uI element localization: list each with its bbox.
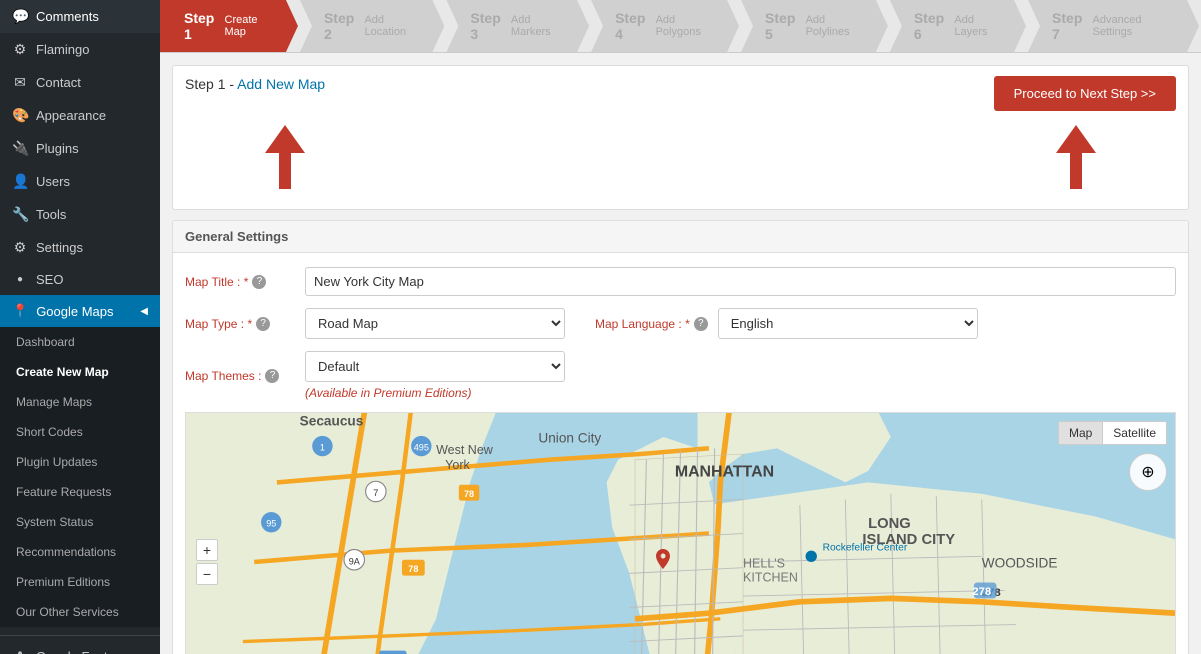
map-marker xyxy=(651,547,675,571)
map-container: 278 278 Secaucus West New York Union Cit… xyxy=(185,412,1176,654)
premium-note: (Available in Premium Editions) xyxy=(305,386,565,400)
flamingo-icon: ⚙ xyxy=(12,41,28,58)
map-zoom-in[interactable]: + xyxy=(196,539,218,561)
submenu-create-new-map[interactable]: Create New Map xyxy=(0,357,160,387)
map-language-label: Map Language : * ? xyxy=(595,317,708,331)
sidebar-item-google-fonts[interactable]: A Google Fonts xyxy=(0,640,160,654)
settings-icon: ⚙ xyxy=(12,239,28,256)
map-compass[interactable]: ⊕ xyxy=(1129,453,1167,491)
svg-text:495: 495 xyxy=(414,443,429,453)
submenu-dashboard[interactable]: Dashboard xyxy=(0,327,160,357)
step-2[interactable]: Step 2 Add Location xyxy=(300,0,444,52)
svg-text:WOODSIDE: WOODSIDE xyxy=(982,556,1058,571)
tools-icon: 🔧 xyxy=(12,206,28,223)
map-themes-row: Map Themes : ? Default Silver Retro Dark… xyxy=(185,351,1176,400)
svg-text:95: 95 xyxy=(266,519,276,529)
step-5[interactable]: Step 5 Add Polylines xyxy=(741,0,888,52)
sidebar-item-flamingo[interactable]: ⚙ Flamingo xyxy=(0,33,160,66)
content-area: Step 1 - Add New Map Proceed to Next Ste… xyxy=(160,53,1201,654)
map-btn-map[interactable]: Map xyxy=(1059,422,1103,444)
map-svg: 278 278 Secaucus West New York Union Cit… xyxy=(186,413,1175,654)
svg-text:KITCHEN: KITCHEN xyxy=(743,570,798,584)
svg-text:278: 278 xyxy=(972,586,991,598)
step-1[interactable]: Step 1 Create Map xyxy=(160,0,298,52)
submenu-premium-editions[interactable]: Premium Editions xyxy=(0,567,160,597)
step-wizard: Step 1 Create Map Step 2 Add Location St… xyxy=(160,0,1201,53)
google-fonts-icon: A xyxy=(12,648,28,654)
users-icon: 👤 xyxy=(12,173,28,190)
map-language-group: Map Language : * ? English French German… xyxy=(595,308,978,339)
step-3[interactable]: Step 3 Add Markers xyxy=(446,0,589,52)
map-btn-satellite[interactable]: Satellite xyxy=(1103,422,1166,444)
map-language-help[interactable]: ? xyxy=(694,317,708,331)
sidebar-item-seo[interactable]: ● SEO xyxy=(0,264,160,295)
submenu-system-status[interactable]: System Status xyxy=(0,507,160,537)
map-title-label: Map Title : * ? xyxy=(185,275,295,289)
step-6[interactable]: Step 6 Add Layers xyxy=(890,0,1026,52)
page-title: Step 1 - Add New Map xyxy=(185,76,325,92)
svg-text:7: 7 xyxy=(373,488,378,498)
svg-text:MANHATTAN: MANHATTAN xyxy=(675,464,774,481)
map-view-toggle: Map Satellite xyxy=(1058,421,1167,445)
submenu-manage-maps[interactable]: Manage Maps xyxy=(0,387,160,417)
general-settings-box: General Settings Map Title : * ? Map Typ… xyxy=(172,220,1189,654)
submenu-plugin-updates[interactable]: Plugin Updates xyxy=(0,447,160,477)
svg-text:Secaucus: Secaucus xyxy=(300,414,364,429)
google-maps-submenu: Dashboard Create New Map Manage Maps Sho… xyxy=(0,327,160,627)
svg-text:HELL'S: HELL'S xyxy=(743,557,785,571)
sidebar-item-users[interactable]: 👤 Users xyxy=(0,165,160,198)
svg-text:LONG: LONG xyxy=(868,516,911,532)
map-themes-help[interactable]: ? xyxy=(265,369,279,383)
settings-body: Map Title : * ? Map Type : * ? Road Map … xyxy=(173,253,1188,654)
contact-icon: ✉ xyxy=(12,74,28,91)
plugins-icon: 🔌 xyxy=(12,140,28,157)
map-type-label: Map Type : * ? xyxy=(185,317,295,331)
svg-text:78: 78 xyxy=(408,564,418,574)
sidebar: 💬 Comments ⚙ Flamingo ✉ Contact 🎨 Appear… xyxy=(0,0,160,654)
map-zoom-out[interactable]: − xyxy=(196,563,218,585)
sidebar-item-settings[interactable]: ⚙ Settings xyxy=(0,231,160,264)
map-zoom-controls: + − xyxy=(196,539,218,585)
sidebar-item-contact[interactable]: ✉ Contact xyxy=(0,66,160,99)
map-type-select[interactable]: Road Map Satellite Hybrid Terrain xyxy=(305,308,565,339)
svg-text:York: York xyxy=(445,458,470,472)
map-themes-select[interactable]: Default Silver Retro Dark xyxy=(305,351,565,382)
step-4[interactable]: Step 4 Add Polygons xyxy=(591,0,739,52)
comments-icon: 💬 xyxy=(12,8,28,25)
map-title-help[interactable]: ? xyxy=(252,275,266,289)
sidebar-item-tools[interactable]: 🔧 Tools xyxy=(0,198,160,231)
sidebar-item-google-maps[interactable]: 📍 Google Maps ◀ xyxy=(0,295,160,327)
appearance-icon: 🎨 xyxy=(12,107,28,124)
arrow-up-right xyxy=(1056,125,1096,189)
svg-text:Rockefeller Center: Rockefeller Center xyxy=(823,543,908,554)
svg-text:78: 78 xyxy=(464,489,474,499)
arrow-up-left xyxy=(265,125,305,189)
google-maps-chevron: ◀ xyxy=(140,306,148,317)
google-maps-icon: 📍 xyxy=(12,303,28,319)
seo-icon: ● xyxy=(12,274,28,285)
svg-text:Union City: Union City xyxy=(538,431,601,446)
main-content: Step 1 Create Map Step 2 Add Location St… xyxy=(160,0,1201,654)
step-7[interactable]: Step 7 Advanced Settings xyxy=(1028,0,1199,52)
map-type-language-row: Map Type : * ? Road Map Satellite Hybrid… xyxy=(185,308,1176,339)
submenu-our-other-services[interactable]: Our Other Services xyxy=(0,597,160,627)
map-title-input[interactable] xyxy=(305,267,1176,296)
submenu-feature-requests[interactable]: Feature Requests xyxy=(0,477,160,507)
map-language-select[interactable]: English French German Spanish xyxy=(718,308,978,339)
map-themes-label: Map Themes : ? xyxy=(185,369,295,383)
svg-text:9A: 9A xyxy=(349,556,361,566)
add-new-map-link[interactable]: Add New Map xyxy=(237,76,325,92)
submenu-short-codes[interactable]: Short Codes xyxy=(0,417,160,447)
svg-text:1: 1 xyxy=(320,443,325,453)
map-type-help[interactable]: ? xyxy=(256,317,270,331)
sidebar-item-appearance[interactable]: 🎨 Appearance xyxy=(0,99,160,132)
settings-header: General Settings xyxy=(173,221,1188,253)
sidebar-item-comments[interactable]: 💬 Comments xyxy=(0,0,160,33)
sidebar-item-plugins[interactable]: 🔌 Plugins xyxy=(0,132,160,165)
map-themes-group: Default Silver Retro Dark (Available in … xyxy=(305,351,565,400)
svg-text:West New: West New xyxy=(436,443,494,457)
submenu-recommendations[interactable]: Recommendations xyxy=(0,537,160,567)
proceed-button[interactable]: Proceed to Next Step >> xyxy=(994,76,1176,111)
map-title-row: Map Title : * ? xyxy=(185,267,1176,296)
